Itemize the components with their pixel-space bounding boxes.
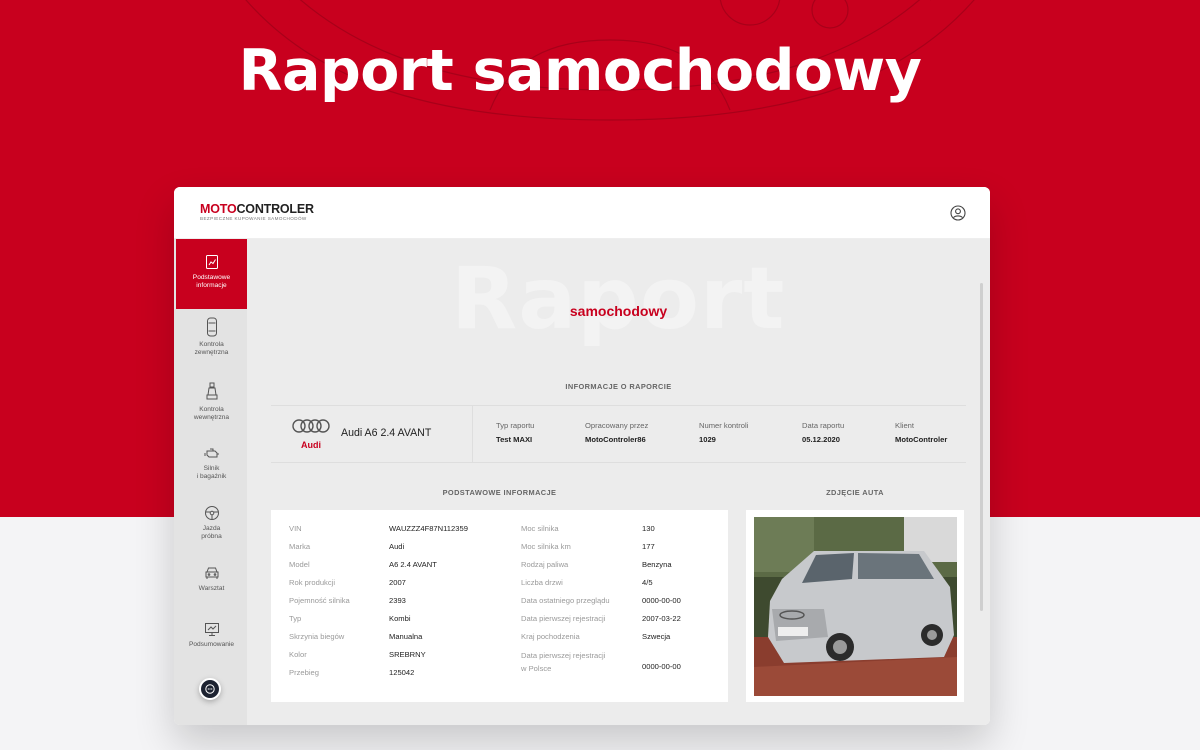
audi-logo: Audi xyxy=(291,418,331,450)
scrollbar[interactable] xyxy=(980,283,983,611)
first-registration-value: 2007-03-22 xyxy=(642,614,681,623)
vin-value: WAUZZZ4F87N112359 xyxy=(389,524,468,533)
meta-label: Numer kontroli xyxy=(699,421,749,430)
make-label: Marka xyxy=(289,542,311,551)
first-registration-label: Data pierwszej rejestracji xyxy=(521,614,606,623)
make-value: Audi xyxy=(389,542,405,551)
body-type-value: Kombi xyxy=(389,614,411,623)
first-registration-poland-value: 0000-00-00 xyxy=(642,662,681,671)
engine-icon xyxy=(204,448,219,458)
meta-value: 05.12.2020 xyxy=(802,435,841,444)
sidebar-item-podstawowe-informacje[interactable]: Podstawowe informacje xyxy=(176,239,252,309)
year-value: 2007 xyxy=(389,578,406,587)
chat-bubble-icon xyxy=(205,684,215,694)
color-value: SREBRNY xyxy=(389,650,426,659)
last-inspection-value: 0000-00-00 xyxy=(642,596,681,605)
sidebar-item-kontrola-zewnetrzna[interactable]: Kontrola zewnętrzna xyxy=(176,317,247,357)
car-model: Audi A6 2.4 AVANT xyxy=(341,427,432,439)
car-photo[interactable] xyxy=(754,517,957,696)
meta-value: Test MAXI xyxy=(496,435,533,444)
meta-client: Klient MotoControler xyxy=(895,421,947,444)
report-subtitle: samochodowy xyxy=(569,303,668,319)
car-seat-icon xyxy=(206,382,217,400)
last-inspection-label: Data ostatniego przeglądu xyxy=(521,596,610,605)
sidebar-item-silnik-i-bagaznik[interactable]: Silnik i bagażnik xyxy=(176,447,247,481)
car-photo-card xyxy=(746,510,964,702)
sidebar-item-label: Kontrola zewnętrzna xyxy=(194,341,229,356)
engine-power-label: Moc silnika xyxy=(521,524,559,533)
sidebar: Podstawowe informacje Kontrola zewnętrzn… xyxy=(174,239,252,725)
report-content: Raport samochodowy INFORMACJE O RAPORCIE… xyxy=(247,239,990,725)
sidebar-item-label: Jazda próbna xyxy=(201,525,222,540)
user-circle-icon[interactable] xyxy=(950,205,966,221)
meta-label: Typ raportu xyxy=(496,421,535,430)
engine-power-km-label: Moc silnika km xyxy=(521,542,571,551)
hero-title: Raport samochodowy xyxy=(238,38,922,104)
meta-value: MotoControler xyxy=(895,435,948,444)
report-info-heading: INFORMACJE O RAPORCIE xyxy=(565,382,672,391)
logo-tagline: BEZPIECZNE KUPOWANIE SAMOCHODÓW xyxy=(200,216,307,221)
first-registration-poland-label: Data pierwszej rejestracji w Polsce xyxy=(521,651,606,673)
car-top-view-icon xyxy=(206,317,217,337)
motocontroler-logo[interactable]: MOTOCONTROLER BEZPIECZNE KUPOWANIE SAMOC… xyxy=(200,203,314,221)
chat-button[interactable] xyxy=(199,678,221,700)
meta-label: Opracowany przez xyxy=(585,421,649,430)
engine-capacity-label: Pojemność silnika xyxy=(289,596,350,605)
sidebar-item-label: Kontrola wewnętrzna xyxy=(193,406,230,421)
color-label: Kolor xyxy=(289,650,307,659)
sidebar-item-label: Warsztat xyxy=(198,585,225,592)
watermark-text: Raport xyxy=(451,249,786,349)
engine-power-value: 130 xyxy=(642,524,655,533)
sidebar-item-warsztat[interactable]: Warsztat xyxy=(176,566,247,593)
origin-country-label: Kraj pochodzenia xyxy=(521,632,580,641)
app-window: MOTOCONTROLER BEZPIECZNE KUPOWANIE SAMOC… xyxy=(174,187,990,725)
fuel-type-label: Rodzaj paliwa xyxy=(521,560,569,569)
brand-name: Audi xyxy=(301,440,321,450)
mileage-label: Przebieg xyxy=(289,668,319,677)
meta-value: 1029 xyxy=(699,435,716,444)
meta-prepared-by: Opracowany przez MotoControler86 xyxy=(585,421,648,444)
sidebar-item-jazda-probna[interactable]: Jazda próbna xyxy=(176,505,247,541)
fuel-type-value: Benzyna xyxy=(642,560,672,569)
meta-report-date: Data raportu 05.12.2020 xyxy=(802,421,844,444)
vin-label: VIN xyxy=(289,524,302,533)
meta-label: Klient xyxy=(895,421,914,430)
sidebar-item-podsumowanie[interactable]: Podsumowanie xyxy=(176,622,247,649)
engine-power-km-value: 177 xyxy=(642,542,655,551)
basic-info-heading: PODSTAWOWE INFORMACJE xyxy=(442,488,557,497)
steering-wheel-icon xyxy=(204,506,219,520)
report-info-strip: Audi Audi A6 2.4 AVANT Typ raportu Test … xyxy=(271,405,966,463)
car-front-icon xyxy=(205,567,218,579)
meta-control-number: Numer kontroli 1029 xyxy=(699,421,748,444)
meta-report-type: Typ raportu Test MAXI xyxy=(496,421,534,444)
divider xyxy=(472,406,473,462)
meta-label: Data raportu xyxy=(802,421,845,430)
sidebar-item-label: Silnik i bagażnik xyxy=(196,465,227,480)
gearbox-label: Skrzynia biegów xyxy=(289,632,345,641)
logo-main-text: CONTROLER xyxy=(236,202,314,216)
meta-value: MotoControler86 xyxy=(585,435,646,444)
origin-country-value: Szwecja xyxy=(642,632,671,641)
sidebar-item-label: Podsumowanie xyxy=(188,641,235,648)
engine-capacity-value: 2393 xyxy=(389,596,406,605)
audi-rings-icon xyxy=(292,419,330,433)
sidebar-item-kontrola-wewnetrzna[interactable]: Kontrola wewnętrzna xyxy=(176,382,247,422)
doors-label: Liczba drzwi xyxy=(521,578,563,587)
logo-prefix: MOTO xyxy=(200,202,237,216)
sidebar-item-label: Podstawowe informacje xyxy=(192,274,231,289)
basic-info-card: VIN WAUZZZ4F87N112359 Marka Audi Model A… xyxy=(271,510,728,702)
year-label: Rok produkcji xyxy=(289,578,336,587)
gearbox-value: Manualna xyxy=(389,632,423,641)
body-type-label: Typ xyxy=(289,614,302,623)
top-bar: MOTOCONTROLER BEZPIECZNE KUPOWANIE SAMOC… xyxy=(174,187,990,239)
report-chart-icon xyxy=(205,255,218,269)
doors-value: 4/5 xyxy=(642,578,653,587)
mileage-value: 125042 xyxy=(389,668,415,677)
photo-heading: ZDJĘCIE AUTA xyxy=(826,488,884,497)
model-value: A6 2.4 AVANT xyxy=(389,560,437,569)
model-label: Model xyxy=(289,560,310,569)
presentation-chart-icon xyxy=(204,623,219,636)
